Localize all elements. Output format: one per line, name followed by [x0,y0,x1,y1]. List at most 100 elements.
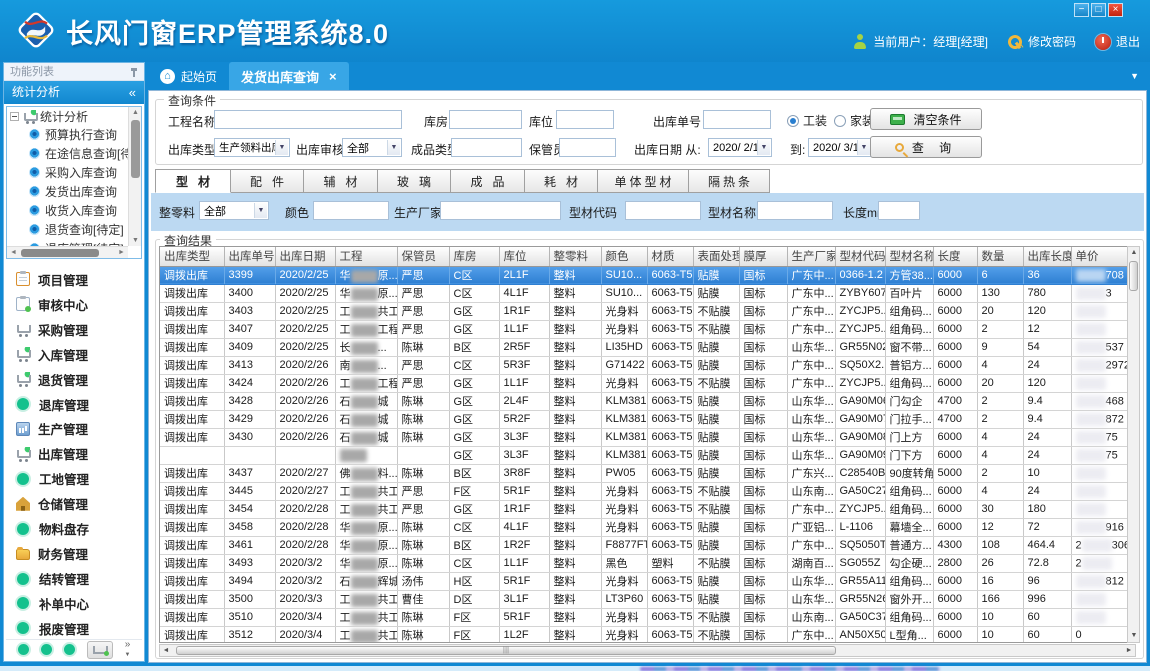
grid-row[interactable]: 调拨出库34942020/3/2石辉城汤伟H区5R1F整料光身料6063-T5贴… [160,572,1136,590]
grid-cell[interactable]: 黑色 [601,554,647,572]
grid-cell[interactable]: 光身料 [601,374,647,392]
grid-cell[interactable]: 门下方 [885,446,933,464]
minimize-button[interactable]: − [1074,3,1089,17]
grid-cell[interactable]: 6000 [933,338,977,356]
grid-cell[interactable]: 山东华... [787,392,835,410]
grid-cell[interactable]: 4L1F [499,284,549,302]
manufacturer-input[interactable] [440,201,561,220]
tree-item[interactable]: 退库管理[待定] [7,239,128,246]
grid-cell[interactable]: B区 [449,536,499,554]
grid-column-header[interactable]: 长度 [933,247,977,266]
grid-cell[interactable]: 6063-T5 [647,572,693,590]
grid-cell[interactable]: 贴膜 [693,266,739,284]
grid-cell[interactable]: 光身料 [601,626,647,643]
grid-cell[interactable]: 普通方... [885,536,933,554]
material-tab[interactable]: 辅材 [304,169,378,193]
grid-cell[interactable]: 调拨出库 [160,590,224,608]
grid-cell[interactable]: 3437 [224,464,275,482]
grid-cell[interactable]: 2020/3/3 [275,590,335,608]
grid-cell[interactable]: 2020/2/27 [275,464,335,482]
grid-cell[interactable]: GA50C37 [835,608,885,626]
scroll-up-icon[interactable]: ▲ [1128,247,1140,259]
grid-cell[interactable]: 4 [977,356,1023,374]
grid-cell[interactable]: 山东南... [787,482,835,500]
grid-row[interactable]: 调拨出库34032020/2/25工共工程严思G区1R1F整料光身料6063-T… [160,302,1136,320]
grid-cell[interactable]: 勾企硬... [885,554,933,572]
grid-cell[interactable]: 不贴膜 [693,320,739,338]
grid-cell[interactable]: 调拨出库 [160,572,224,590]
grid-cell[interactable]: 2020/2/28 [275,536,335,554]
grid-cell[interactable]: 3454 [224,500,275,518]
grid-cell[interactable]: 6063-T5 [647,518,693,536]
grid-cell[interactable]: 6 [977,266,1023,284]
grid-column-header[interactable]: 出库长度 [1023,247,1071,266]
grid-cell[interactable]: 3R8F [499,464,549,482]
grid-cell[interactable]: 调拨出库 [160,464,224,482]
grid-cell[interactable]: 72.8 [1023,554,1071,572]
grid-cell[interactable]: 工工程 [335,374,397,392]
tablist-caret-icon[interactable]: ▼ [1130,71,1139,81]
grid-cell[interactable]: GR55N02 [835,338,885,356]
grid-cell[interactable]: 山东华... [787,446,835,464]
grid-cell[interactable]: 464.4 [1023,536,1071,554]
grid-cell[interactable]: 10 [977,608,1023,626]
grid-cell[interactable]: C区 [449,356,499,374]
grid-row[interactable]: 调拨出库34932020/3/2华原...陈琳C区1L1F整料黑色塑料不贴膜国标… [160,554,1136,572]
grid-cell[interactable]: 调拨出库 [160,302,224,320]
close-button[interactable]: × [1108,3,1123,17]
grid-cell[interactable] [160,446,224,464]
grid-cell[interactable]: 陈琳 [397,554,449,572]
grid-cell[interactable]: 6000 [933,428,977,446]
grid-cell[interactable]: 2020/3/4 [275,626,335,643]
grid-cell[interactable]: 2020/2/28 [275,518,335,536]
grid-cell[interactable]: L型角... [885,626,933,643]
grid-row[interactable]: 调拨出库35122020/3/4工共工程陈琳F区1L2F整料光身料6063-T5… [160,626,1136,643]
grid-cell[interactable]: 组角码... [885,302,933,320]
sidebar-menu-item[interactable]: 采购管理 [6,320,142,339]
grid-cell[interactable]: SU10... [601,284,647,302]
grid-cell[interactable]: 整料 [549,482,601,500]
grid-cell[interactable]: 光身料 [601,482,647,500]
grid-cell[interactable]: 整料 [549,410,601,428]
grid-cell[interactable]: 1R1F [499,500,549,518]
out-audit-select[interactable]: 全部 ▼ [342,138,402,157]
grid-cell[interactable]: 5R1F [499,572,549,590]
grid-cell[interactable]: 812 [1071,572,1131,590]
grid-cell[interactable]: 山东华... [787,428,835,446]
grid-cell[interactable]: 4L1F [499,518,549,536]
grid-cell[interactable]: 2020/2/25 [275,302,335,320]
grid-cell[interactable]: 广东中... [787,302,835,320]
grid-cell[interactable]: 国标 [739,284,787,302]
grid-cell[interactable]: 整料 [549,518,601,536]
grid-cell[interactable]: 96 [1023,572,1071,590]
grid-cell[interactable]: 6063-T5 [647,446,693,464]
grid-row[interactable]: 调拨出库34132020/2/26南...严思C区5R3F整料G71422606… [160,356,1136,374]
grid-row[interactable]: 调拨出库34092020/2/25长...陈琳B区2R5F整料LI35HD606… [160,338,1136,356]
order-no-input[interactable] [703,110,771,129]
grid-cell[interactable]: 工共工程 [335,590,397,608]
grid-row[interactable]: 调拨出库34372020/2/27佛料...陈琳B区3R8F整料PW056063… [160,464,1136,482]
tab-close-icon[interactable]: × [329,69,337,84]
grid-cell[interactable]: 6063-T5 [647,500,693,518]
grid-cell[interactable]: 整料 [549,302,601,320]
grid-cell[interactable]: 996 [1023,590,1071,608]
grid-cell[interactable]: 24 [1023,446,1071,464]
cart-module-button[interactable] [87,641,113,659]
grid-cell[interactable]: 2 [1071,554,1131,572]
grid-cell[interactable]: SU10... [601,266,647,284]
grid-cell[interactable]: 2L1F [499,266,549,284]
grid-cell[interactable]: 国标 [739,554,787,572]
grid-cell[interactable]: G区 [449,500,499,518]
grid-cell[interactable]: C28540B [835,464,885,482]
grid-header-row[interactable]: 出库类型出库单号出库日期工程保管员库房库位整零料颜色材质表面处理膜厚生产厂家型材… [160,247,1136,266]
grid-cell[interactable]: 调拨出库 [160,338,224,356]
grid-cell[interactable]: 6063-T5 [647,464,693,482]
grid-cell[interactable]: 872 [1071,410,1131,428]
grid-cell[interactable]: 16 [977,572,1023,590]
grid-cell[interactable]: 2020/2/25 [275,266,335,284]
grid-cell[interactable]: 2 [977,320,1023,338]
grid-cell[interactable]: 组角码... [885,320,933,338]
grid-cell[interactable]: 贴膜 [693,428,739,446]
grid-cell[interactable]: G区 [449,428,499,446]
grid-cell[interactable]: 75 [1071,446,1131,464]
